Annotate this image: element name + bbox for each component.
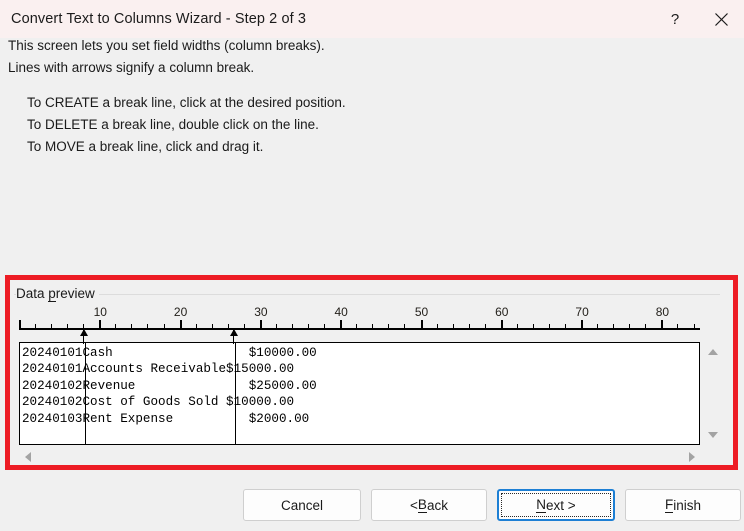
ruler-tick: [404, 324, 406, 328]
column-break-line[interactable]: [235, 343, 237, 444]
ruler-tick: [163, 324, 165, 328]
ruler-tick: [452, 324, 454, 328]
ruler-baseline: [19, 328, 700, 330]
back-button[interactable]: < Back: [371, 489, 487, 521]
ruler-tick: [581, 320, 584, 328]
close-button[interactable]: [698, 0, 744, 38]
cancel-button[interactable]: Cancel: [243, 489, 361, 521]
ruler-tick-label: 40: [334, 305, 348, 319]
ruler-tick-label: 20: [173, 305, 188, 319]
ruler-tick: [292, 324, 294, 328]
preview-vertical-scrollbar[interactable]: [703, 342, 723, 445]
ruler-tick: [629, 324, 631, 328]
instruction-line-5: To MOVE a break line, click and drag it.: [27, 139, 264, 154]
scroll-down-icon[interactable]: [708, 432, 718, 438]
ruler-tick: [243, 324, 245, 328]
help-button[interactable]: ?: [652, 0, 698, 38]
ruler-tick: [677, 324, 679, 328]
next-button[interactable]: Next >: [497, 489, 615, 521]
ruler-tick: [35, 324, 37, 328]
ruler-tick: [597, 324, 599, 328]
data-preview-pane[interactable]: 20240101Cash $10000.00 20240101Accounts …: [19, 342, 700, 445]
column-break-arrow[interactable]: [79, 329, 88, 344]
ruler-tick-label: 80: [655, 305, 670, 319]
ruler-tick: [420, 320, 423, 328]
ruler-tick-label: 60: [495, 305, 509, 319]
instruction-line-2: Lines with arrows signify a column break…: [8, 60, 255, 75]
column-break-arrow[interactable]: [229, 329, 238, 344]
ruler-tick-label: 50: [414, 305, 429, 319]
ruler-tick: [115, 324, 117, 328]
ruler-tick: [324, 324, 326, 328]
preview-horizontal-scrollbar[interactable]: [19, 447, 700, 467]
ruler-tick: [500, 320, 503, 328]
ruler-tick: [83, 324, 85, 328]
back-button-prefix: <: [410, 497, 418, 513]
instruction-line-1: This screen lets you set field widths (c…: [8, 38, 325, 53]
ruler-tick: [516, 324, 518, 328]
data-preview-label-suffix: review: [55, 286, 95, 301]
ruler-tick: [99, 320, 102, 328]
column-break-line[interactable]: [85, 343, 87, 444]
ruler-tick: [131, 324, 133, 328]
back-button-suffix: ack: [426, 497, 448, 513]
data-preview-label-prefix: Data: [16, 286, 49, 301]
ruler-tick: [195, 324, 197, 328]
finish-button[interactable]: Finish: [625, 489, 741, 521]
instruction-line-4: To DELETE a break line, double click on …: [27, 117, 319, 132]
ruler-tick: [51, 324, 53, 328]
ruler-tick: [147, 324, 149, 328]
data-preview-label-accel: p: [48, 286, 56, 302]
ruler-tick: [645, 324, 647, 328]
window-title-bar: Convert Text to Columns Wizard - Step 2 …: [0, 0, 744, 38]
ruler-tick: [468, 324, 470, 328]
ruler-tick: [436, 324, 438, 328]
ruler-tick: [532, 324, 534, 328]
ruler-tick: [275, 324, 277, 328]
ruler-tick: [227, 324, 229, 328]
ruler-tick-label: 10: [93, 305, 107, 319]
finish-button-accel: F: [664, 497, 674, 513]
instruction-line-3: To CREATE a break line, click at the des…: [27, 95, 346, 110]
close-icon: [714, 12, 728, 26]
back-button-accel: B: [417, 497, 427, 513]
ruler-tick: [388, 324, 390, 328]
cancel-button-label: Cancel: [280, 497, 324, 513]
preview-text: 20240101Cash $10000.00 20240101Accounts …: [22, 346, 317, 426]
ruler-tick: [308, 324, 310, 328]
scroll-right-icon[interactable]: [689, 452, 695, 462]
ruler-tick: [179, 320, 182, 328]
ruler-tick: [484, 324, 486, 328]
ruler-tick: [372, 324, 374, 328]
ruler-tick: [565, 324, 567, 328]
dialog-footer: Cancel < Back Next > Finish: [0, 489, 744, 525]
ruler-tick: [548, 324, 550, 328]
data-preview-group: Data preview 10 20 30 40 50 60 70 80 20240101Ca…: [0, 275, 744, 471]
ruler-tick-label: 70: [575, 305, 589, 319]
ruler-tick: [661, 320, 664, 328]
data-preview-label: Data preview: [16, 286, 99, 302]
finish-button-suffix: inish: [673, 497, 701, 513]
scroll-left-icon[interactable]: [25, 452, 31, 462]
column-ruler[interactable]: 10 20 30 40 50 60 70 80: [19, 305, 700, 344]
ruler-tick: [356, 324, 358, 328]
ruler-tick: [613, 324, 615, 328]
question-mark-icon: ?: [670, 10, 680, 28]
ruler-tick: [19, 320, 21, 328]
ruler-tick: [693, 324, 695, 328]
ruler-tick: [67, 324, 69, 328]
ruler-tick-label: 30: [254, 305, 268, 319]
ruler-tick: [211, 324, 213, 328]
focus-ring: [501, 493, 611, 517]
ruler-tick: [340, 320, 343, 328]
ruler-tick: [259, 320, 262, 328]
window-title: Convert Text to Columns Wizard - Step 2 …: [11, 11, 307, 27]
scroll-up-icon[interactable]: [708, 349, 718, 355]
group-box-divider: [14, 294, 720, 295]
